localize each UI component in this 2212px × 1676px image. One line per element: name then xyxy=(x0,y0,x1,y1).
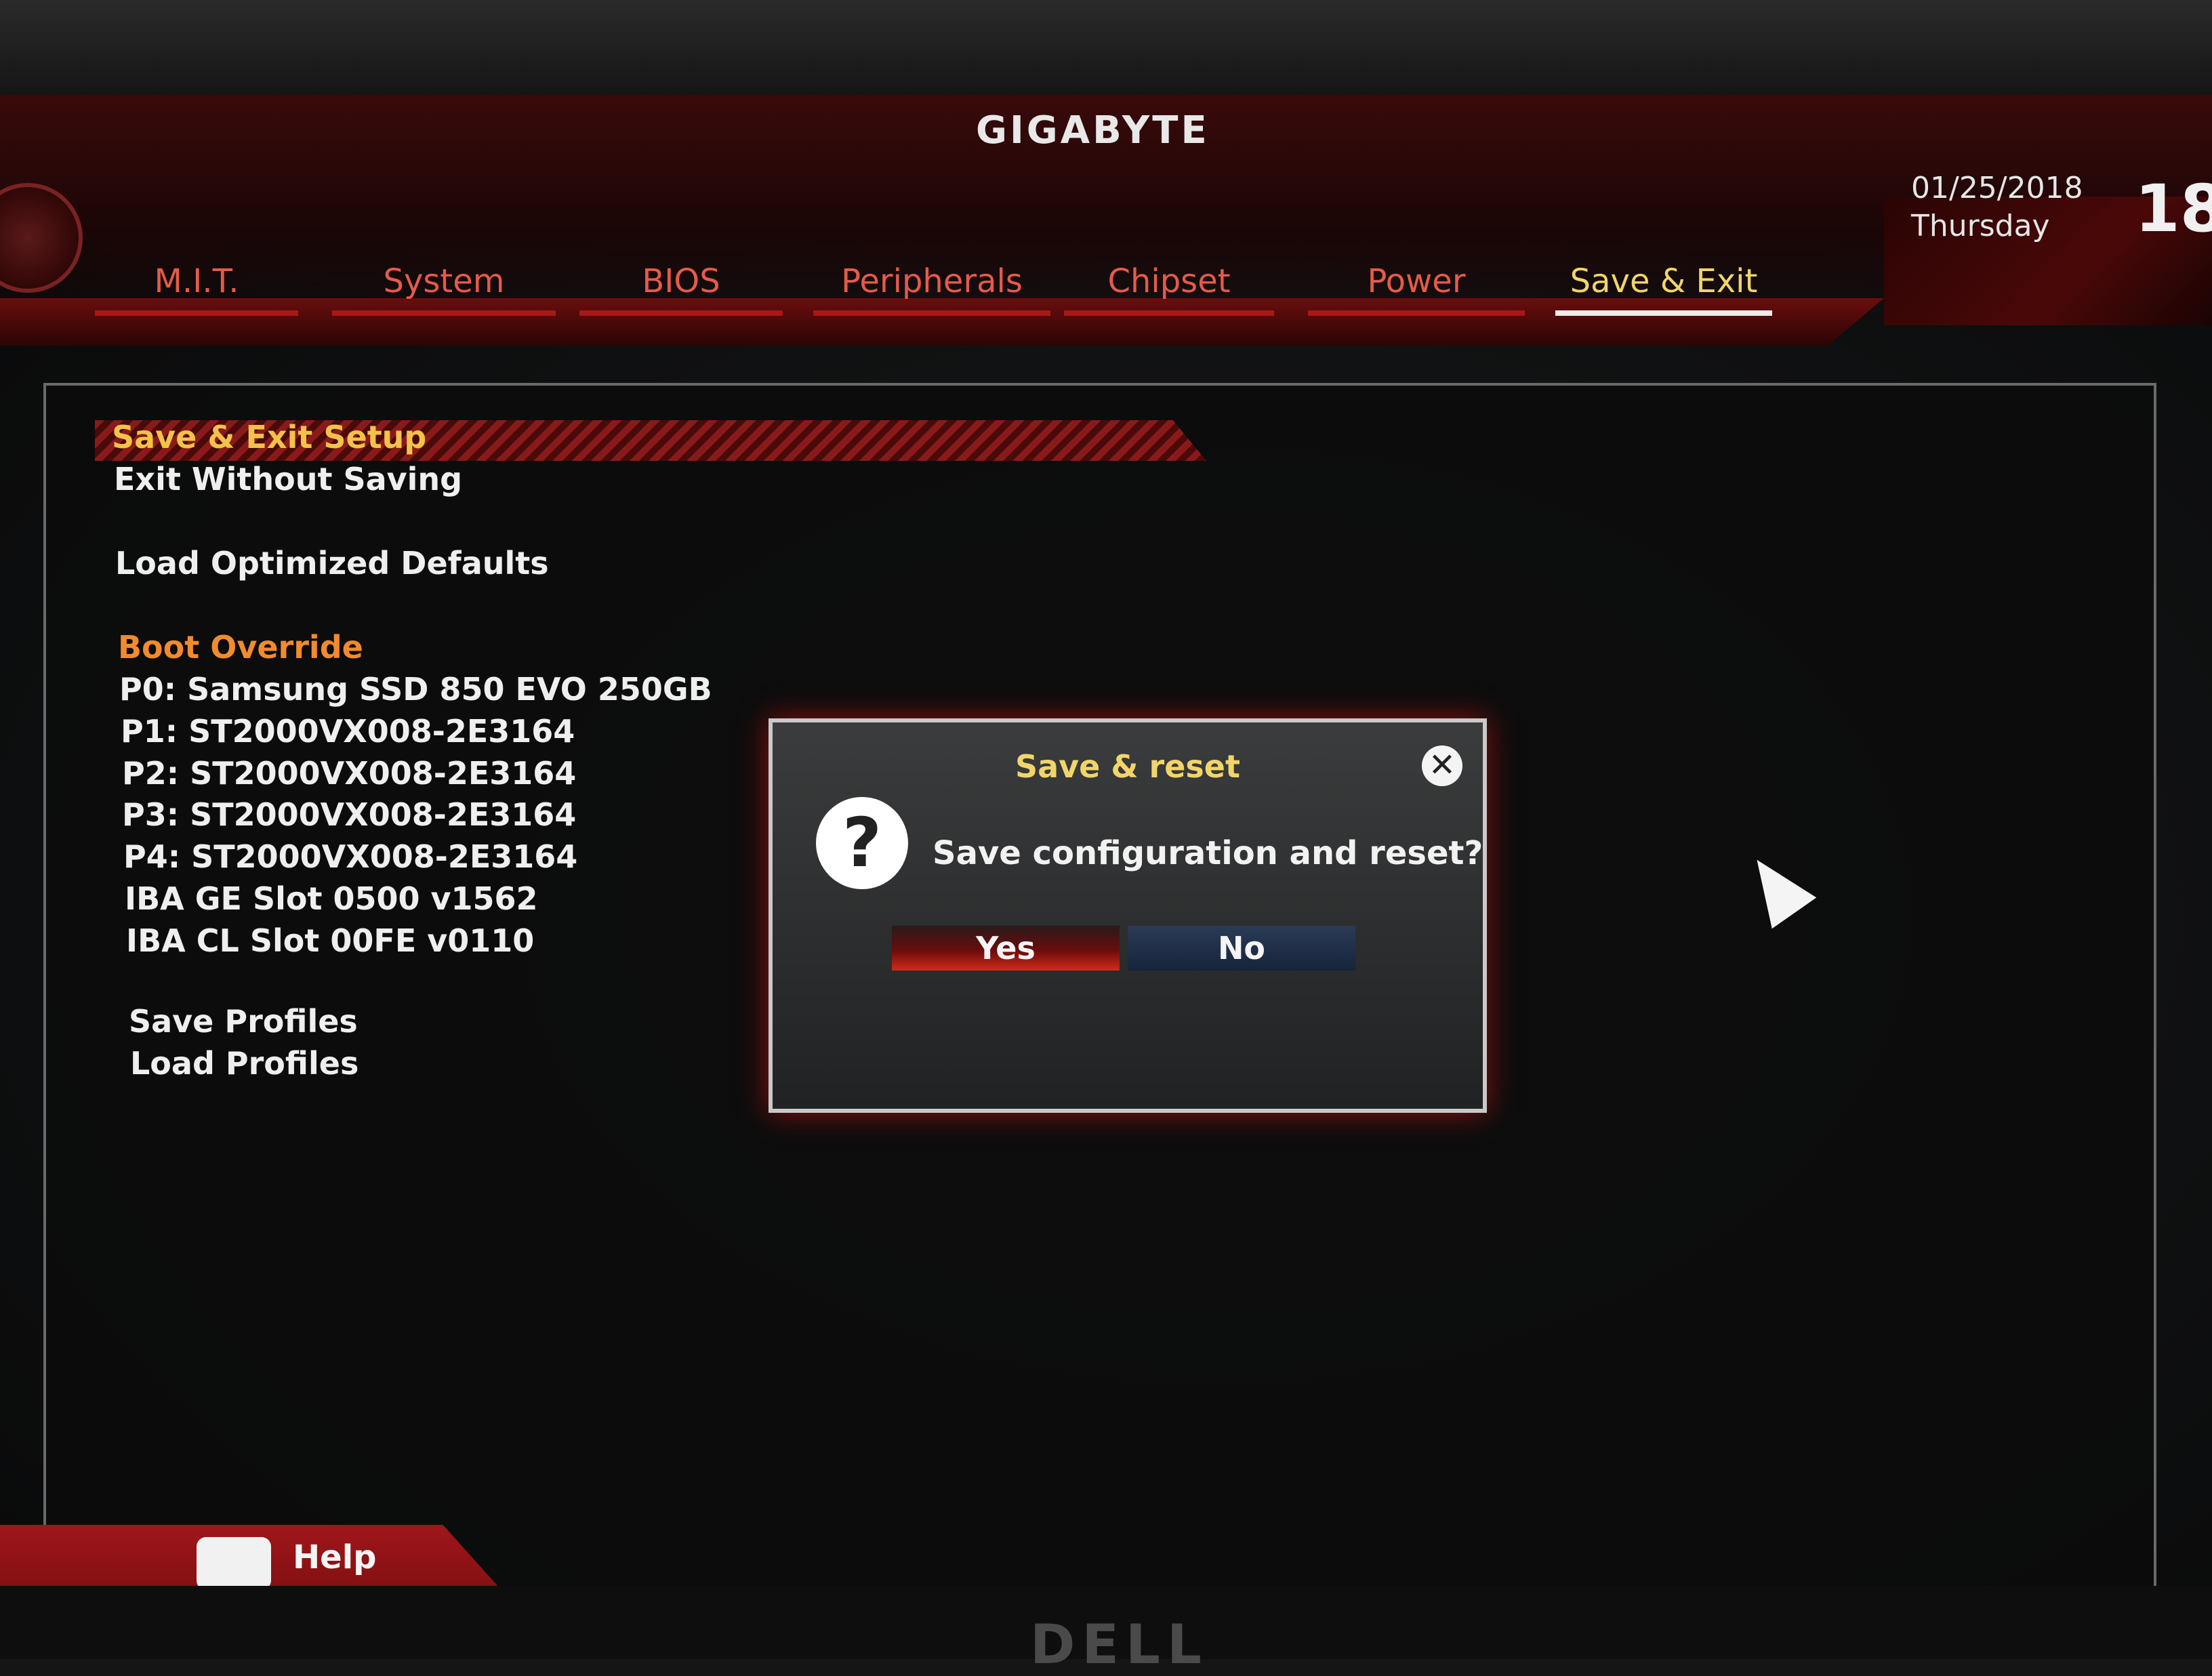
tab-system[interactable]: System xyxy=(332,258,556,316)
boot-device-item[interactable]: P3: ST2000VX008-2E3164 xyxy=(122,796,576,833)
close-icon[interactable]: ✕ xyxy=(1422,745,1462,786)
tab-chipset[interactable]: Chipset xyxy=(1064,258,1274,316)
tab-label: Power xyxy=(1367,262,1466,300)
tab-bios[interactable]: BIOS xyxy=(579,258,783,316)
main-tabs: M.I.T. System BIOS Peripherals Chipset P… xyxy=(95,258,1789,319)
dell-logo: DELL xyxy=(1030,1613,1209,1676)
menu-item-load-profiles[interactable]: Load Profiles xyxy=(130,1045,359,1082)
bios-screen: GIGABYTE 01/25/2018 Thursday 18 M.I.T. S… xyxy=(0,95,2212,1586)
boot-device-item[interactable]: P4: ST2000VX008-2E3164 xyxy=(123,838,577,875)
tab-label: M.I.T. xyxy=(154,262,239,300)
boot-device-item[interactable]: P2: ST2000VX008-2E3164 xyxy=(122,755,576,792)
tab-underline xyxy=(579,310,783,316)
boot-device-item[interactable]: IBA CL Slot 00FE v0110 xyxy=(126,922,534,959)
boot-device-item[interactable]: P0: Samsung SSD 850 EVO 250GB xyxy=(119,671,712,708)
tab-mit[interactable]: M.I.T. xyxy=(95,258,298,316)
tab-underline xyxy=(1308,310,1525,316)
tab-label: Save & Exit xyxy=(1570,262,1758,300)
tab-label: Chipset xyxy=(1107,262,1231,300)
menu-item-exit-without-saving[interactable]: Exit Without Saving xyxy=(114,461,462,497)
gigabyte-logo: GIGABYTE xyxy=(976,108,1210,152)
tab-underline xyxy=(1064,310,1274,316)
date-display: 01/25/2018 Thursday xyxy=(1911,169,2083,245)
help-label[interactable]: Help xyxy=(293,1538,377,1576)
day-value: Thursday xyxy=(1911,209,2050,243)
tab-label: Peripherals xyxy=(841,262,1023,300)
boot-device-item[interactable]: P1: ST2000VX008-2E3164 xyxy=(121,713,575,750)
no-button[interactable]: No xyxy=(1128,926,1355,970)
tab-label: System xyxy=(383,262,505,300)
help-icon[interactable] xyxy=(197,1537,271,1586)
save-reset-dialog: Save & reset ✕ ? Save configuration and … xyxy=(769,718,1487,1113)
boot-device-item[interactable]: IBA GE Slot 0500 v1562 xyxy=(125,880,538,917)
dialog-title: Save & reset xyxy=(1015,748,1240,785)
menu-item-load-optimized-defaults[interactable]: Load Optimized Defaults xyxy=(115,545,549,581)
menu-item-save-profiles[interactable]: Save Profiles xyxy=(129,1003,358,1040)
tab-underline xyxy=(332,310,556,316)
dialog-message: Save configuration and reset? xyxy=(933,834,1483,872)
tab-underline xyxy=(1555,310,1772,316)
time-display: 18 xyxy=(2135,171,2212,247)
yes-button[interactable]: Yes xyxy=(892,926,1120,970)
tab-underline xyxy=(95,310,298,316)
question-icon: ? xyxy=(816,797,908,889)
tab-underline xyxy=(813,310,1050,316)
tab-power[interactable]: Power xyxy=(1308,258,1525,316)
date-value: 01/25/2018 xyxy=(1911,171,2083,205)
menu-item-save-exit-setup[interactable]: Save & Exit Setup xyxy=(112,419,426,455)
tab-label: BIOS xyxy=(642,262,720,300)
tab-save-exit[interactable]: Save & Exit xyxy=(1555,258,1772,316)
tab-peripherals[interactable]: Peripherals xyxy=(813,258,1050,316)
boot-override-heading: Boot Override xyxy=(118,629,363,666)
